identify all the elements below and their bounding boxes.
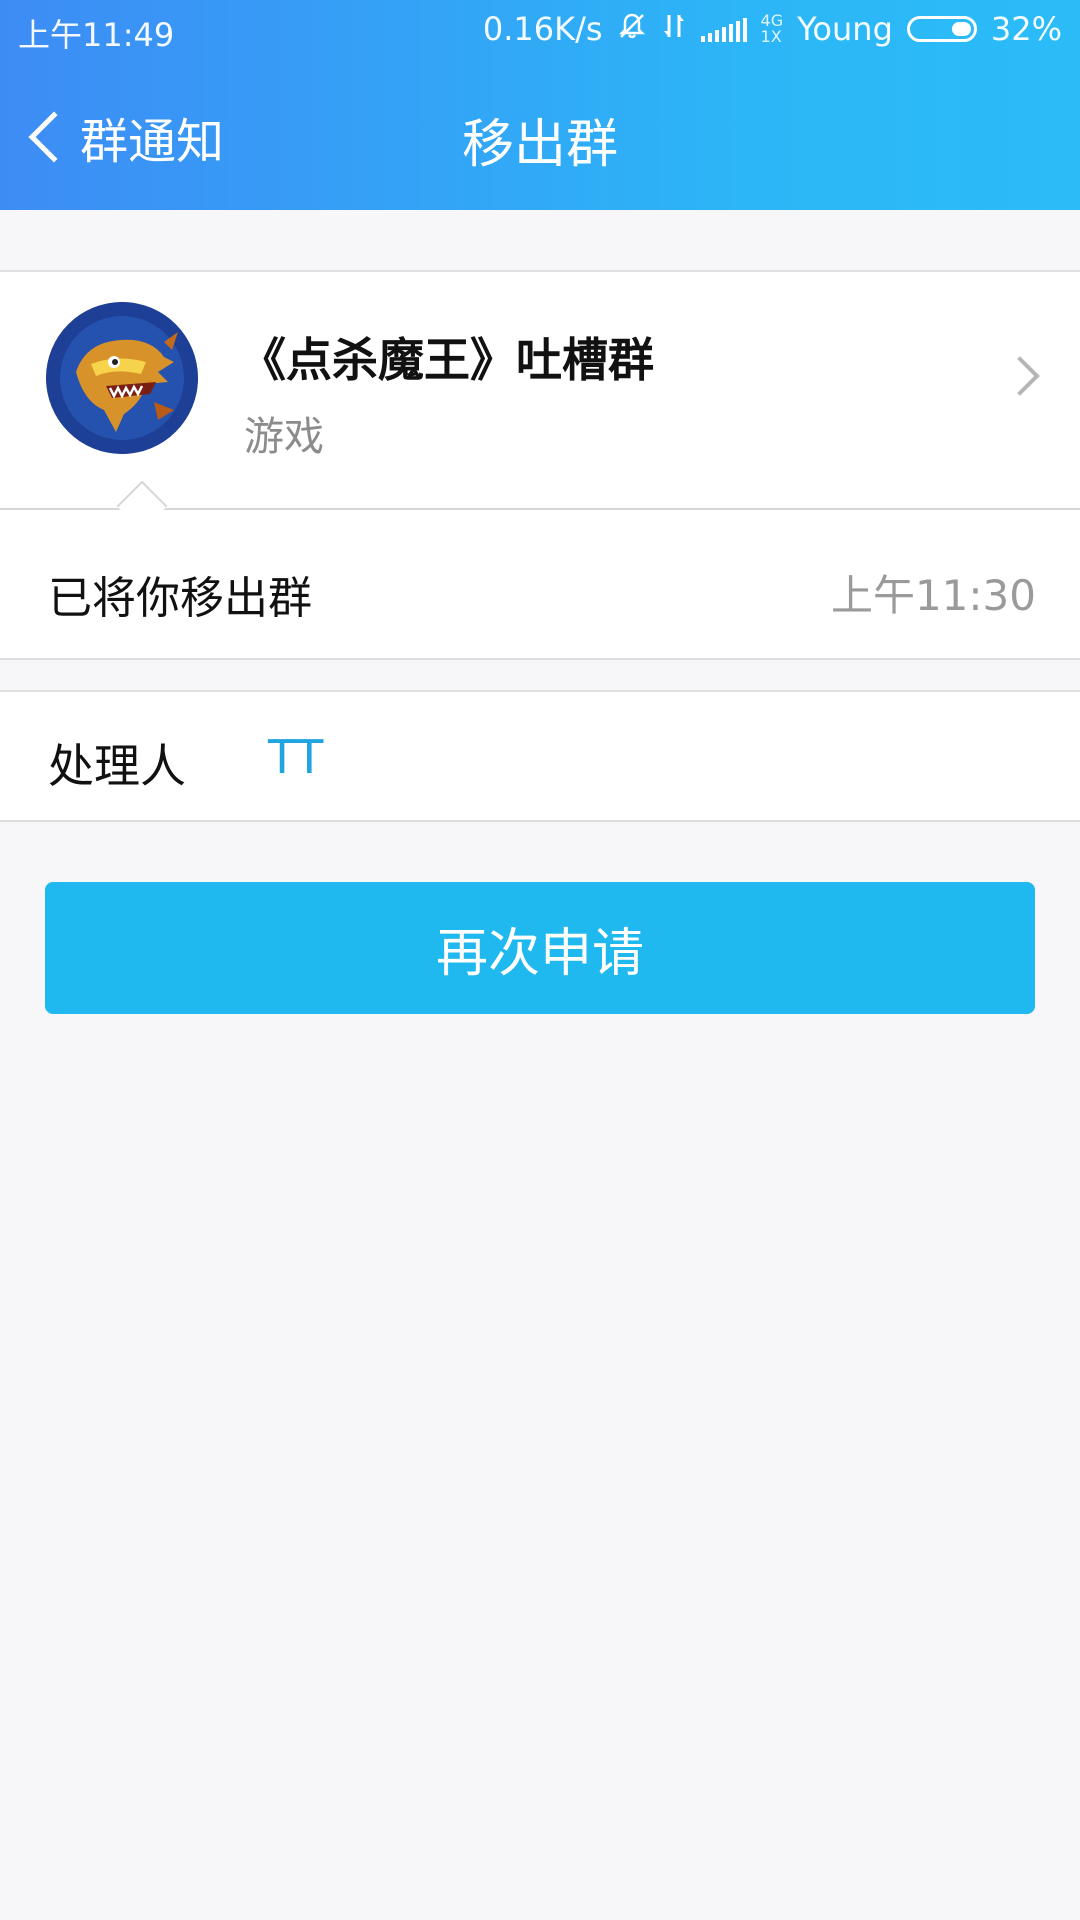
status-time: 上午11:49 bbox=[18, 16, 175, 54]
notice-card: 《点杀魔王》吐槽群 游戏 已将你移出群 上午11:30 bbox=[0, 270, 1080, 660]
notice-time: 上午11:30 bbox=[830, 571, 1036, 620]
dragon-avatar-icon bbox=[46, 302, 198, 454]
group-row[interactable]: 《点杀魔王》吐槽群 游戏 bbox=[0, 272, 1080, 508]
battery-percent: 32% bbox=[990, 10, 1062, 48]
battery-icon bbox=[906, 16, 977, 42]
header: 上午11:49 0.16K/s 4G 1X Young 32% 群通知 移出群 bbox=[0, 0, 1080, 210]
battery-fill bbox=[951, 22, 971, 36]
signal-icon bbox=[700, 16, 747, 42]
bell-mute-icon bbox=[617, 11, 647, 48]
nav-bar: 群通知 移出群 bbox=[0, 60, 1080, 210]
net-type-bottom: 1X bbox=[760, 27, 782, 46]
net-type-label: 4G 1X bbox=[761, 13, 784, 45]
notice-message: 已将你移出群 bbox=[48, 573, 312, 624]
handler-name-link[interactable]: TT bbox=[268, 730, 323, 784]
status-right: 0.16K/s 4G 1X Young 32% bbox=[483, 10, 1062, 48]
handler-label: 处理人 bbox=[48, 739, 186, 793]
group-name: 《点杀魔王》吐槽群 bbox=[240, 333, 654, 387]
carrier-name: Young bbox=[797, 10, 893, 48]
handler-row: 处理人 TT bbox=[0, 690, 1080, 822]
reapply-button[interactable]: 再次申请 bbox=[45, 882, 1035, 1014]
chevron-right-icon bbox=[1000, 356, 1040, 396]
status-bar: 上午11:49 0.16K/s 4G 1X Young 32% bbox=[0, 0, 1080, 60]
page-title: 移出群 bbox=[461, 115, 618, 175]
network-speed: 0.16K/s bbox=[482, 10, 603, 48]
data-transfer-icon bbox=[661, 11, 687, 48]
group-category: 游戏 bbox=[244, 414, 324, 460]
